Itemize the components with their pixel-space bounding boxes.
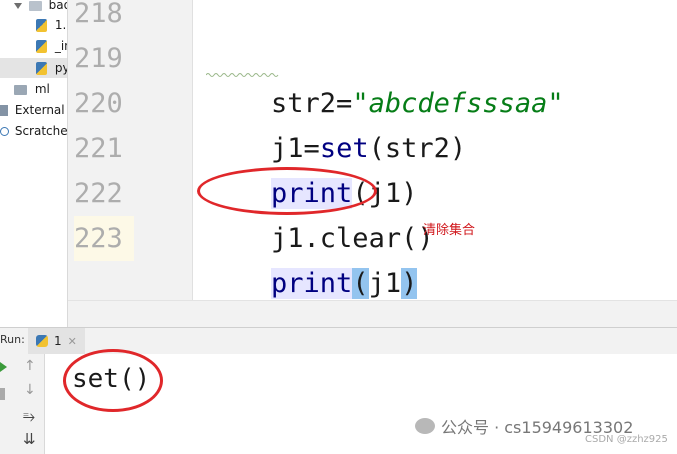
line-number: 223 xyxy=(74,216,134,261)
tree-item-file-py-selected[interactable]: py xyxy=(0,58,67,78)
annotation-clear-set: 清除集合 xyxy=(423,223,476,238)
project-tree: bao 1.p _in py ml External L Scratches xyxy=(0,0,68,327)
wechat-icon xyxy=(415,418,435,434)
csdn-watermark: CSDN @zzhz925 xyxy=(585,434,668,445)
tree-item-bao[interactable]: bao xyxy=(14,0,67,15)
line-number: 220 xyxy=(74,88,123,119)
run-tab[interactable]: 1 ✕ xyxy=(28,328,85,354)
folder-icon xyxy=(14,84,27,95)
run-side-toolbar: ↑ ↓ ⥱ ⇊ xyxy=(0,354,45,454)
soft-wrap-icon[interactable]: ⥱ xyxy=(23,407,35,425)
tree-item-file-1[interactable]: 1.p xyxy=(36,15,67,35)
annotation-circle-clear xyxy=(197,167,377,215)
stop-icon[interactable] xyxy=(0,388,5,400)
python-run-icon xyxy=(36,335,48,347)
arrow-up-icon[interactable]: ↑ xyxy=(24,358,36,374)
arrow-down-icon[interactable]: ↓ xyxy=(24,382,36,398)
line-number: 219 xyxy=(74,43,123,74)
scroll-to-end-icon[interactable]: ⇊ xyxy=(23,430,36,448)
code-line-220[interactable]: j1=set(str2) xyxy=(206,81,466,164)
weak-warning-underline xyxy=(206,73,279,77)
tree-item-scratches[interactable]: Scratches xyxy=(0,121,67,141)
scratches-icon xyxy=(0,127,9,136)
python-file-icon xyxy=(36,40,47,53)
line-number: 222 xyxy=(74,178,123,209)
code-line-221[interactable]: print(j1) xyxy=(206,126,417,209)
builtin-print: print xyxy=(271,268,353,299)
python-file-icon xyxy=(36,62,47,75)
tree-item-ml[interactable]: ml xyxy=(14,79,50,99)
line-number: 218 xyxy=(74,0,123,29)
annotation-circle-output xyxy=(63,349,163,412)
rerun-icon[interactable] xyxy=(0,362,7,372)
close-tab-icon[interactable]: ✕ xyxy=(68,335,77,348)
editor-bottom-strip xyxy=(68,300,677,328)
tree-item-file-init[interactable]: _in xyxy=(36,36,67,56)
folder-icon xyxy=(28,0,42,11)
line-number: 221 xyxy=(74,133,123,164)
tree-item-external-libraries[interactable]: External L xyxy=(0,100,67,120)
matched-paren: ( xyxy=(352,268,369,299)
code-line-223[interactable]: print(j1) xyxy=(206,216,418,299)
run-label: Run: xyxy=(0,333,25,346)
line-number-gutter: 218 219 220 221 222 223 xyxy=(68,0,193,300)
library-icon xyxy=(0,105,8,116)
code-editor[interactable]: str2="abcdefsssaa" j1=set(str2) print(j1… xyxy=(193,0,677,300)
matched-paren: ) xyxy=(401,268,418,299)
expand-arrow-icon[interactable] xyxy=(14,2,22,9)
python-file-icon xyxy=(36,19,47,32)
